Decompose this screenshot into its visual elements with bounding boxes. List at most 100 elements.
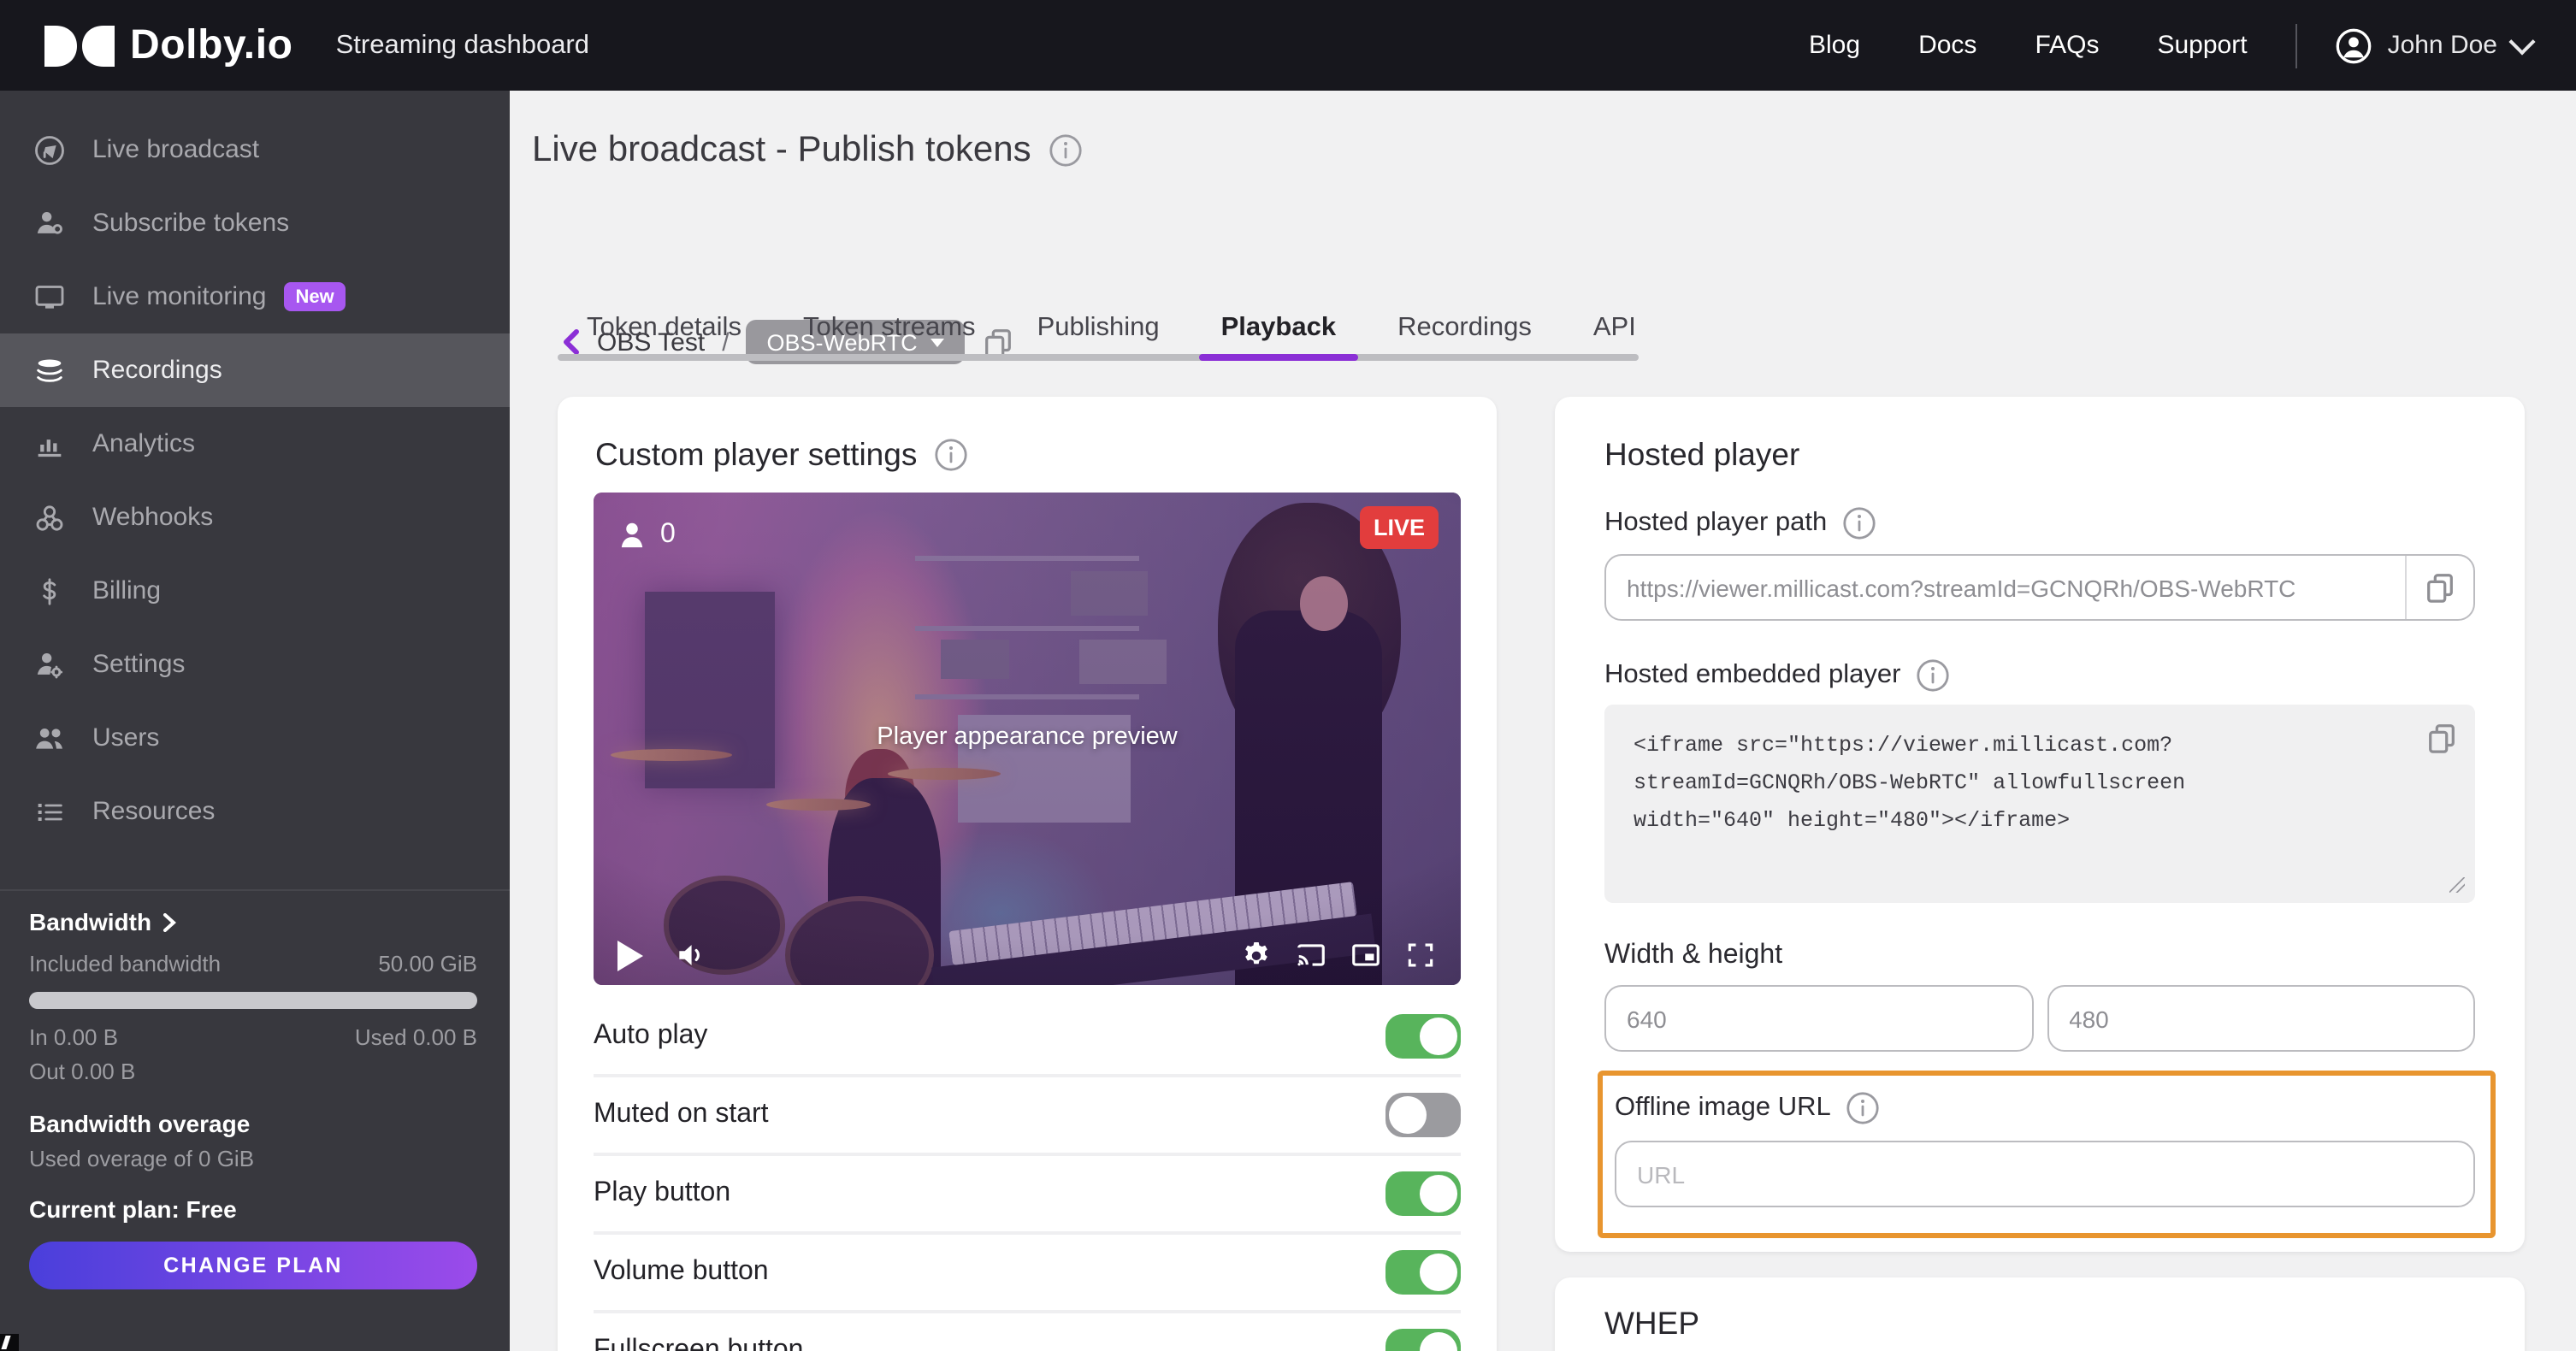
toggle-row-auto-play: Auto play	[594, 999, 1461, 1077]
embed-code-box: <iframe src="https://viewer.millicast.co…	[1604, 705, 2475, 903]
chevron-left-icon[interactable]	[561, 328, 580, 356]
toggle-row-muted-on-start: Muted on start	[594, 1077, 1461, 1156]
offline-image-url-label: Offline image URL	[1615, 1091, 1881, 1125]
tab-token-streams[interactable]: Token streams	[803, 313, 976, 344]
change-plan-button[interactable]: CHANGE PLAN	[29, 1242, 477, 1289]
hosted-embedded-player-info-icon[interactable]	[1916, 658, 1950, 693]
hosted-player-card: Hosted player Hosted player path Hosted …	[1555, 397, 2525, 1252]
toggle-row-volume-button: Volume button	[594, 1235, 1461, 1313]
hosted-player-path-field	[1604, 554, 2475, 621]
offline-image-url-field	[1615, 1141, 2475, 1207]
hosted-player-path-info-icon[interactable]	[1842, 506, 1876, 540]
nav-blog[interactable]: Blog	[1809, 31, 1860, 60]
fullscreen-icon[interactable]	[1404, 939, 1437, 971]
users-icon	[32, 721, 67, 755]
tab-playback[interactable]: Playback	[1221, 313, 1336, 344]
bandwidth-panel: Bandwidth Included bandwidth 50.00 GiB I…	[29, 908, 477, 1289]
sidebar-item-users[interactable]: Users	[0, 701, 510, 775]
height-input[interactable]	[2048, 987, 2473, 1050]
billing-icon	[32, 574, 67, 608]
tab-token-details[interactable]: Token details	[587, 313, 741, 344]
bandwidth-link[interactable]: Bandwidth	[29, 908, 477, 935]
cast-icon[interactable]	[1295, 939, 1327, 971]
bandwidth-out: Out 0.00 B	[29, 1059, 477, 1084]
page-title: Live broadcast - Publish tokens	[532, 130, 1083, 171]
chevron-right-icon	[162, 912, 175, 931]
current-plan-label: Current plan: Free	[29, 1195, 477, 1223]
settings-icon	[32, 647, 67, 681]
offline-image-url-input[interactable]	[1616, 1142, 2473, 1206]
player-toggle-list: Auto play Muted on start Play button Vol…	[594, 999, 1461, 1351]
token-tabs: Token details Token streams Publishing P…	[587, 313, 1636, 344]
broadcast-icon	[32, 133, 67, 167]
hosted-embedded-player-label: Hosted embedded player	[1604, 658, 1950, 693]
sidebar-item-resources[interactable]: Resources	[0, 775, 510, 848]
avatar-icon	[2335, 27, 2372, 64]
tab-publishing[interactable]: Publishing	[1037, 313, 1160, 344]
live-badge: LIVE	[1360, 506, 1439, 549]
sidebar-item-analytics[interactable]: Analytics	[0, 407, 510, 481]
copy-embed-icon[interactable]	[2425, 722, 2458, 754]
hosted-player-path-input[interactable]	[1606, 556, 2405, 619]
subscriber-icon	[32, 206, 67, 240]
width-input[interactable]	[1606, 987, 2031, 1050]
resize-handle[interactable]	[2449, 877, 2465, 893]
page-title-info-icon[interactable]	[1049, 133, 1083, 168]
muted-on-start-toggle[interactable]	[1385, 1093, 1461, 1137]
toggle-row-play-button: Play button	[594, 1156, 1461, 1235]
sidebar-item-recordings[interactable]: Recordings	[0, 333, 510, 407]
viewer-icon	[619, 522, 645, 549]
sidebar-item-billing[interactable]: Billing	[0, 554, 510, 628]
brand-name[interactable]: Dolby.io	[130, 21, 293, 69]
offline-image-url-info-icon[interactable]	[1846, 1091, 1881, 1125]
hosted-player-path-label: Hosted player path	[1604, 506, 1876, 540]
viewer-count: 0	[660, 520, 676, 551]
gear-icon[interactable]	[1240, 939, 1273, 971]
auto-play-toggle[interactable]	[1385, 1014, 1461, 1059]
volume-icon[interactable]	[674, 939, 706, 971]
fullscreen-button-toggle[interactable]	[1385, 1329, 1461, 1351]
player-settings-info-icon[interactable]	[934, 438, 968, 472]
bandwidth-overage-detail: Used overage of 0 GiB	[29, 1146, 477, 1171]
whep-title: WHEP	[1604, 1305, 1699, 1342]
nav-docs[interactable]: Docs	[1918, 31, 1976, 60]
hosted-player-title: Hosted player	[1604, 436, 1799, 474]
bandwidth-progressbar	[29, 992, 477, 1009]
monitor-icon	[32, 280, 67, 314]
width-field	[1604, 985, 2033, 1052]
sidebar-item-subscribe-tokens[interactable]: Subscribe tokens	[0, 186, 510, 260]
play-button-toggle[interactable]	[1385, 1171, 1461, 1216]
player-card-title: Custom player settings	[595, 436, 968, 474]
play-icon[interactable]	[617, 940, 643, 970]
tab-api[interactable]: API	[1593, 313, 1636, 344]
nav-support[interactable]: Support	[2157, 31, 2247, 60]
screenshot-artifact	[0, 1334, 19, 1351]
bandwidth-in: In 0.00 B	[29, 1024, 118, 1050]
whep-card: WHEP	[1555, 1277, 2525, 1351]
product-title: Streaming dashboard	[336, 30, 589, 61]
streaming-dashboard: Dolby.io Streaming dashboard Blog Docs F…	[0, 0, 2576, 1351]
sidebar-item-settings[interactable]: Settings	[0, 628, 510, 701]
volume-button-toggle[interactable]	[1385, 1250, 1461, 1295]
included-bandwidth-label: Included bandwidth	[29, 951, 221, 976]
sidebar-item-live-broadcast[interactable]: Live broadcast	[0, 113, 510, 186]
viewer-count-badge: 0	[619, 520, 676, 551]
header-divider	[2295, 23, 2297, 68]
dolby-logo-icon[interactable]	[44, 25, 115, 66]
height-field	[2047, 985, 2475, 1052]
copy-path-icon[interactable]	[2407, 571, 2473, 604]
header-nav: Blog Docs FAQs Support	[1809, 31, 2248, 60]
embed-code-textarea[interactable]: <iframe src="https://viewer.millicast.co…	[1630, 725, 2414, 889]
width-height-label: Width & height	[1604, 941, 1782, 971]
nav-faqs[interactable]: FAQs	[2035, 31, 2099, 60]
user-menu[interactable]: John Doe	[2335, 27, 2532, 64]
sidebar: Live broadcast Subscribe tokens Live mon…	[0, 91, 510, 1351]
sidebar-item-live-monitoring[interactable]: Live monitoring New	[0, 260, 510, 333]
picture-in-picture-icon[interactable]	[1350, 939, 1382, 971]
included-bandwidth-value: 50.00 GiB	[378, 951, 477, 976]
player-preview-overlay-text: Player appearance preview	[594, 723, 1461, 751]
sidebar-item-webhooks[interactable]: Webhooks	[0, 481, 510, 554]
tab-recordings[interactable]: Recordings	[1397, 313, 1532, 344]
player-preview-video: 0 LIVE Player appearance preview	[594, 493, 1461, 985]
new-badge: New	[283, 282, 346, 311]
